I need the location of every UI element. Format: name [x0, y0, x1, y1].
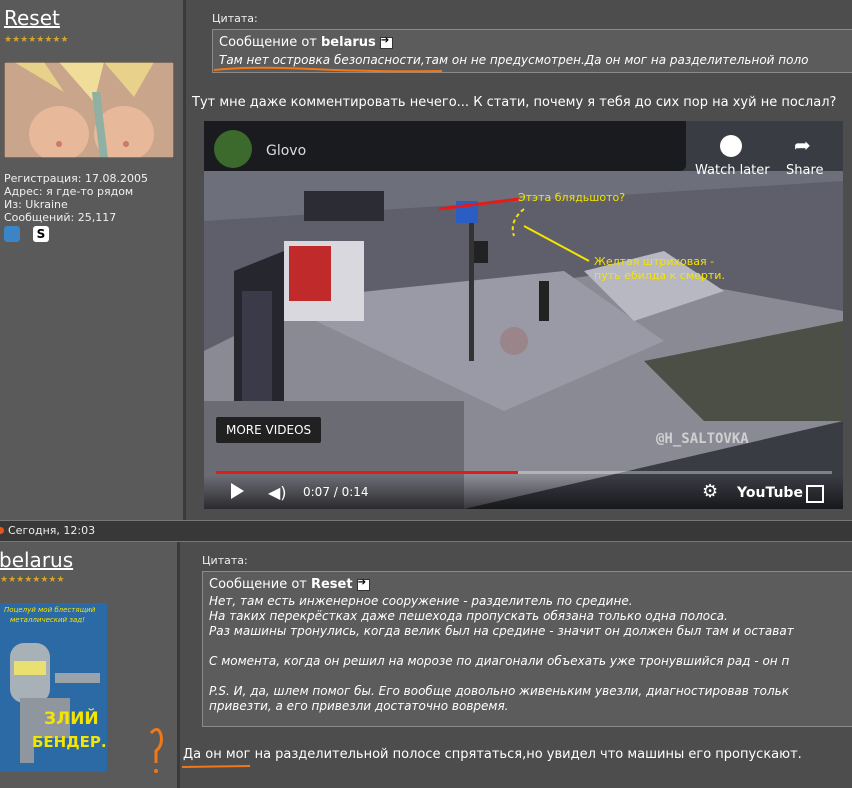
video-frame: [204, 121, 843, 509]
watch-later-label[interactable]: Watch later: [695, 163, 770, 178]
video-watermark: @H_SALTOVKA: [656, 431, 749, 447]
avatar-caption-2: металлический зад!: [10, 616, 85, 624]
post2-quote-line-5: P.S. И, да, шлем помог бы. Его вообще до…: [209, 684, 789, 698]
video-progress-fill: [216, 471, 518, 474]
channel-avatar[interactable]: [214, 130, 252, 168]
post1-quote-from: Сообщение от belarus: [219, 35, 393, 50]
post1-user-panel: Reset ★★★★★★★★ Регистрация: 17.08.2005 А…: [0, 0, 183, 520]
post1-text: Тут мне даже комментировать нечего... К …: [192, 95, 837, 110]
share-label[interactable]: Share: [786, 163, 824, 178]
post2-orange-underline: [181, 765, 251, 768]
post-status-icon: [0, 527, 4, 534]
post1-address: Адрес: я где-то рядом: [4, 185, 134, 198]
post1-user-info: Регистрация: 17.08.2005 Адрес: я где-то …: [4, 172, 148, 224]
video-time: 0:07 / 0:14: [303, 485, 369, 499]
post2-quote-body: Нет, там есть инженерное сооружение - ра…: [209, 594, 794, 714]
post2-quote-from-prefix: Сообщение от: [209, 577, 311, 592]
avatar-caption-4: БЕНДЕР.: [32, 733, 107, 751]
fullscreen-icon[interactable]: [806, 485, 824, 503]
post-date: Сегодня, 12:03: [8, 524, 96, 537]
post1-quote-from-prefix: Сообщение от: [219, 35, 321, 50]
post2-quote-line-3: Раз машины тронулись, когда велик был на…: [209, 624, 794, 638]
settings-gear-icon[interactable]: ⚙: [702, 481, 718, 502]
post1-rating-stars: ★★★★★★★★: [4, 35, 69, 45]
post2-quote-box: Сообщение от Reset Нет, там есть инженер…: [202, 571, 852, 727]
share-icon[interactable]: ➦: [794, 133, 811, 157]
post1-messages: Сообщений: 25,117: [4, 211, 117, 224]
icq-icon[interactable]: [4, 226, 20, 242]
post1-quote-author: belarus: [320, 35, 376, 50]
post2-quote-from: Сообщение от Reset: [209, 577, 370, 592]
post2-quote-line-4: С момента, когда он решил на морозе по д…: [209, 654, 790, 668]
post1-avatar: [4, 62, 174, 158]
view-post-icon[interactable]: [379, 35, 393, 49]
post2-text: Да он мог на разделительной полосе спрят…: [183, 747, 802, 762]
video-progress-track[interactable]: [216, 471, 832, 474]
post2-quote-line-6: привезти, а его привезли достаточно вовр…: [209, 699, 509, 713]
post2-user-panel: belarus ★★★★★★★★ Поцелуй мой блестящий м…: [0, 542, 177, 788]
post2-quote-label: Цитата:: [202, 554, 248, 567]
post-date-bar: Сегодня, 12:03: [0, 520, 852, 542]
post1-registration: Регистрация: 17.08.2005: [4, 172, 148, 185]
more-videos-button[interactable]: MORE VIDEOS: [216, 417, 322, 443]
embedded-video-player[interactable]: Glovo Watch later ➦ Share Этэта блядьшот…: [204, 121, 843, 509]
video-annotation-2b: путь ебилда к смерти.: [594, 269, 725, 282]
video-annotation-1: Этэта блядьшото?: [518, 191, 626, 204]
youtube-logo[interactable]: YouTube: [737, 485, 803, 501]
avatar-caption-3: ЗЛИЙ: [44, 709, 99, 729]
video-annotation-2a: Желтая штриховая -: [594, 255, 715, 268]
clock-icon[interactable]: [720, 135, 742, 157]
post1-orange-underline: [213, 66, 443, 73]
post2-username-link[interactable]: belarus: [0, 548, 73, 572]
volume-icon[interactable]: ◀): [268, 483, 287, 502]
post2-quote-line-2: На таких перекрёстках даже пешехода проп…: [209, 609, 728, 623]
skype-icon[interactable]: S: [33, 226, 49, 242]
post2-avatar: Поцелуй мой блестящий металлический зад!…: [0, 603, 107, 772]
play-icon[interactable]: [231, 483, 244, 499]
post2-content: Цитата: Сообщение от Reset Нет, там есть…: [180, 542, 852, 788]
video-channel-name[interactable]: Glovo: [266, 143, 306, 159]
post2-quote-author: Reset: [310, 577, 353, 592]
view-post-icon[interactable]: [356, 577, 370, 591]
orange-question-mark: [149, 728, 163, 773]
post1-from: Из: Ukraine: [4, 198, 68, 211]
avatar-caption-1: Поцелуй мой блестящий: [4, 606, 96, 614]
post1-username-link[interactable]: Reset: [4, 6, 60, 30]
video-annotation-2: Желтая штриховая - путь ебилда к смерти.: [594, 255, 725, 283]
post2-rating-stars: ★★★★★★★★: [0, 575, 65, 585]
post2-quote-line-1: Нет, там есть инженерное сооружение - ра…: [209, 594, 633, 608]
post1-quote-label: Цитата:: [212, 12, 258, 25]
